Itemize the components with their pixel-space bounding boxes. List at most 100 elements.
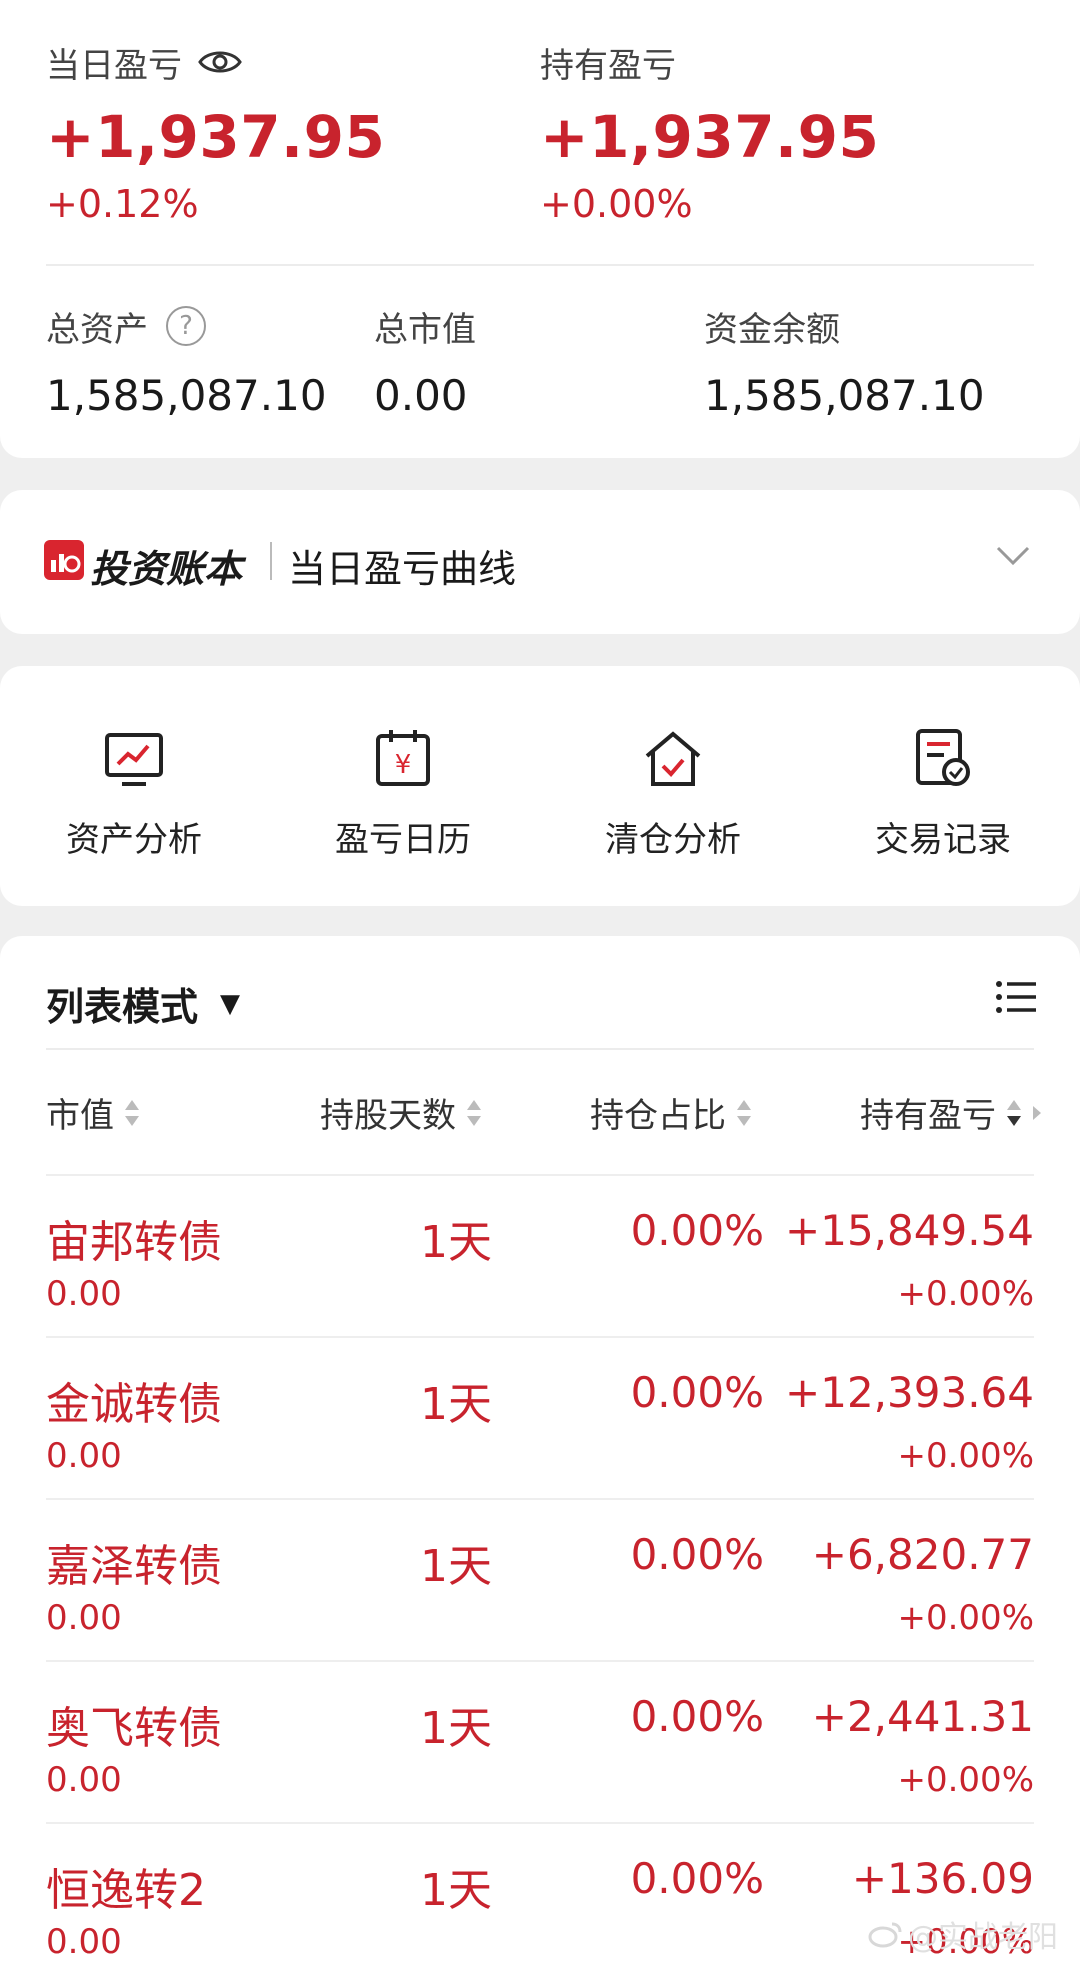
document-check-icon: [916, 729, 970, 786]
holding-row[interactable]: 金诚转债 0.00 1天 0.00% +12,393.64 +0.00%: [0, 1336, 1080, 1498]
position-ratio: 0.00%: [630, 1854, 764, 1903]
tool-pnl-calendar[interactable]: ¥ 盈亏日历: [283, 718, 523, 861]
caret-down-icon: ▼: [220, 988, 241, 1019]
summary-divider: [46, 264, 1034, 266]
cash-balance-block: 资金余额 1,585,087.10: [704, 302, 985, 422]
holding-days: 1天: [420, 1379, 492, 1430]
col-header-label: 持股天数: [320, 1096, 456, 1136]
holding-days: 1天: [420, 1703, 492, 1754]
row-divider: [46, 1822, 1034, 1824]
list-header-divider: [46, 1048, 1034, 1050]
sort-icon: [124, 1098, 140, 1128]
cash-balance-value: 1,585,087.10: [704, 371, 985, 420]
sort-icon: [466, 1098, 482, 1128]
house-check-icon: [645, 731, 701, 786]
bond-market-value: 0.00: [46, 1598, 122, 1638]
daily-pnl-block: 当日盈亏 +1,937.95 +0.12%: [46, 40, 385, 228]
holding-pnl-value: +1,937.95: [540, 103, 880, 171]
position-ratio: 0.00%: [630, 1692, 764, 1741]
tool-clearance-analysis[interactable]: 清仓分析: [553, 718, 793, 861]
bond-name: 奥飞转债: [46, 1703, 222, 1754]
col-header-label: 市值: [46, 1096, 114, 1136]
chevron-down-icon[interactable]: [996, 546, 1030, 566]
holding-pnl: +12,393.64: [785, 1368, 1034, 1417]
tool-label: 清仓分析: [605, 820, 741, 860]
holding-row[interactable]: 嘉泽转债 0.00 1天 0.00% +6,820.77 +0.00%: [0, 1498, 1080, 1660]
ledger-separator: [270, 542, 272, 580]
tool-label: 盈亏日历: [335, 820, 471, 860]
calendar-yen-icon: ¥: [376, 730, 430, 786]
col-header-holding-pnl[interactable]: 持有盈亏: [860, 1088, 1042, 1137]
bond-name: 宙邦转债: [46, 1217, 222, 1268]
daily-pnl-label: 当日盈亏: [46, 45, 182, 86]
position-ratio: 0.00%: [630, 1368, 764, 1417]
tools-card: 资产分析 ¥ 盈亏日历 清仓分析 交易记录: [0, 666, 1080, 906]
holding-row[interactable]: 宙邦转债 0.00 1天 0.00% +15,849.54 +0.00%: [0, 1174, 1080, 1336]
market-value-label: 总市值: [374, 309, 476, 350]
holding-pnl-pct: +0.00%: [540, 182, 693, 226]
bond-name: 金诚转债: [46, 1379, 222, 1430]
bond-name: 嘉泽转债: [46, 1541, 222, 1592]
bond-market-value: 0.00: [46, 1436, 122, 1476]
weibo-logo-icon: [868, 1920, 902, 1948]
bond-market-value: 0.00: [46, 1274, 122, 1314]
ledger-logo-icon: [44, 540, 84, 580]
list-mode-selector[interactable]: 列表模式 ▼: [46, 976, 240, 1031]
svg-text:¥: ¥: [395, 750, 412, 780]
holding-days: 1天: [420, 1217, 492, 1268]
monitor-chart-icon: [105, 733, 163, 786]
col-header-label: 持有盈亏: [860, 1096, 996, 1136]
col-header-market-value[interactable]: 市值: [46, 1088, 140, 1137]
col-header-holding-days[interactable]: 持股天数: [320, 1088, 482, 1137]
holding-pnl-pct: +0.00%: [897, 1760, 1035, 1800]
holding-days: 1天: [420, 1865, 492, 1916]
row-divider: [46, 1336, 1034, 1338]
cash-balance-label: 资金余额: [704, 309, 840, 350]
list-view-icon[interactable]: [996, 980, 1036, 1014]
col-header-label: 持仓占比: [590, 1096, 726, 1136]
bond-market-value: 0.00: [46, 1922, 122, 1962]
holding-pnl: +15,849.54: [785, 1206, 1034, 1255]
holding-pnl-pct: +0.00%: [897, 1598, 1035, 1638]
tool-label: 交易记录: [875, 820, 1011, 860]
holding-pnl-pct: +0.00%: [897, 1274, 1035, 1314]
row-divider: [46, 1660, 1034, 1662]
sort-desc-icon: [1006, 1098, 1022, 1128]
holding-days: 1天: [420, 1541, 492, 1592]
holding-pnl: +6,820.77: [811, 1530, 1034, 1579]
row-divider: [46, 1498, 1034, 1500]
list-mode-label: 列表模式: [46, 985, 199, 1029]
holding-pnl: +2,441.31: [811, 1692, 1034, 1741]
daily-pnl-value: +1,937.95: [46, 103, 386, 171]
ledger-title: 当日盈亏曲线: [288, 547, 517, 591]
holding-row[interactable]: 奥飞转债 0.00 1天 0.00% +2,441.31 +0.00%: [0, 1660, 1080, 1822]
holding-pnl-label: 持有盈亏: [540, 45, 676, 86]
bond-name: 恒逸转2: [46, 1865, 206, 1916]
holdings-list-card: 列表模式 ▼ 市值 持股天数 持仓占比 持有盈亏 宙邦转债 0.00 1天 0.…: [0, 936, 1080, 1966]
account-summary-card: 当日盈亏 +1,937.95 +0.12% 持有盈亏 +1,937.95 +0.…: [0, 0, 1080, 458]
ledger-curve-card[interactable]: 投资账本 当日盈亏曲线: [0, 490, 1080, 634]
tool-label: 资产分析: [66, 820, 202, 860]
help-icon[interactable]: ?: [166, 306, 206, 346]
total-assets-value: 1,585,087.10: [46, 371, 327, 420]
scroll-right-icon: [1032, 1105, 1042, 1121]
eye-icon[interactable]: [198, 47, 242, 77]
total-assets-label: 总资产: [46, 309, 148, 350]
holding-pnl-block: 持有盈亏 +1,937.95 +0.00%: [540, 40, 879, 228]
bond-market-value: 0.00: [46, 1760, 122, 1800]
tool-asset-analysis[interactable]: 资产分析: [14, 718, 254, 861]
watermark: @实战老阳: [868, 1912, 1058, 1956]
col-header-position-ratio[interactable]: 持仓占比: [590, 1088, 752, 1137]
row-divider: [46, 1174, 1034, 1176]
holding-pnl-pct: +0.00%: [897, 1436, 1035, 1476]
watermark-text: @实战老阳: [908, 1920, 1058, 1955]
market-value-block: 总市值 0.00: [374, 302, 476, 422]
sort-icon: [736, 1098, 752, 1128]
position-ratio: 0.00%: [630, 1530, 764, 1579]
market-value-value: 0.00: [374, 371, 468, 420]
tool-trade-records[interactable]: 交易记录: [823, 718, 1063, 861]
position-ratio: 0.00%: [630, 1206, 764, 1255]
total-assets-block: 总资产 ? 1,585,087.10: [46, 302, 327, 422]
holding-pnl: +136.09: [851, 1854, 1034, 1903]
daily-pnl-pct: +0.12%: [46, 182, 199, 226]
